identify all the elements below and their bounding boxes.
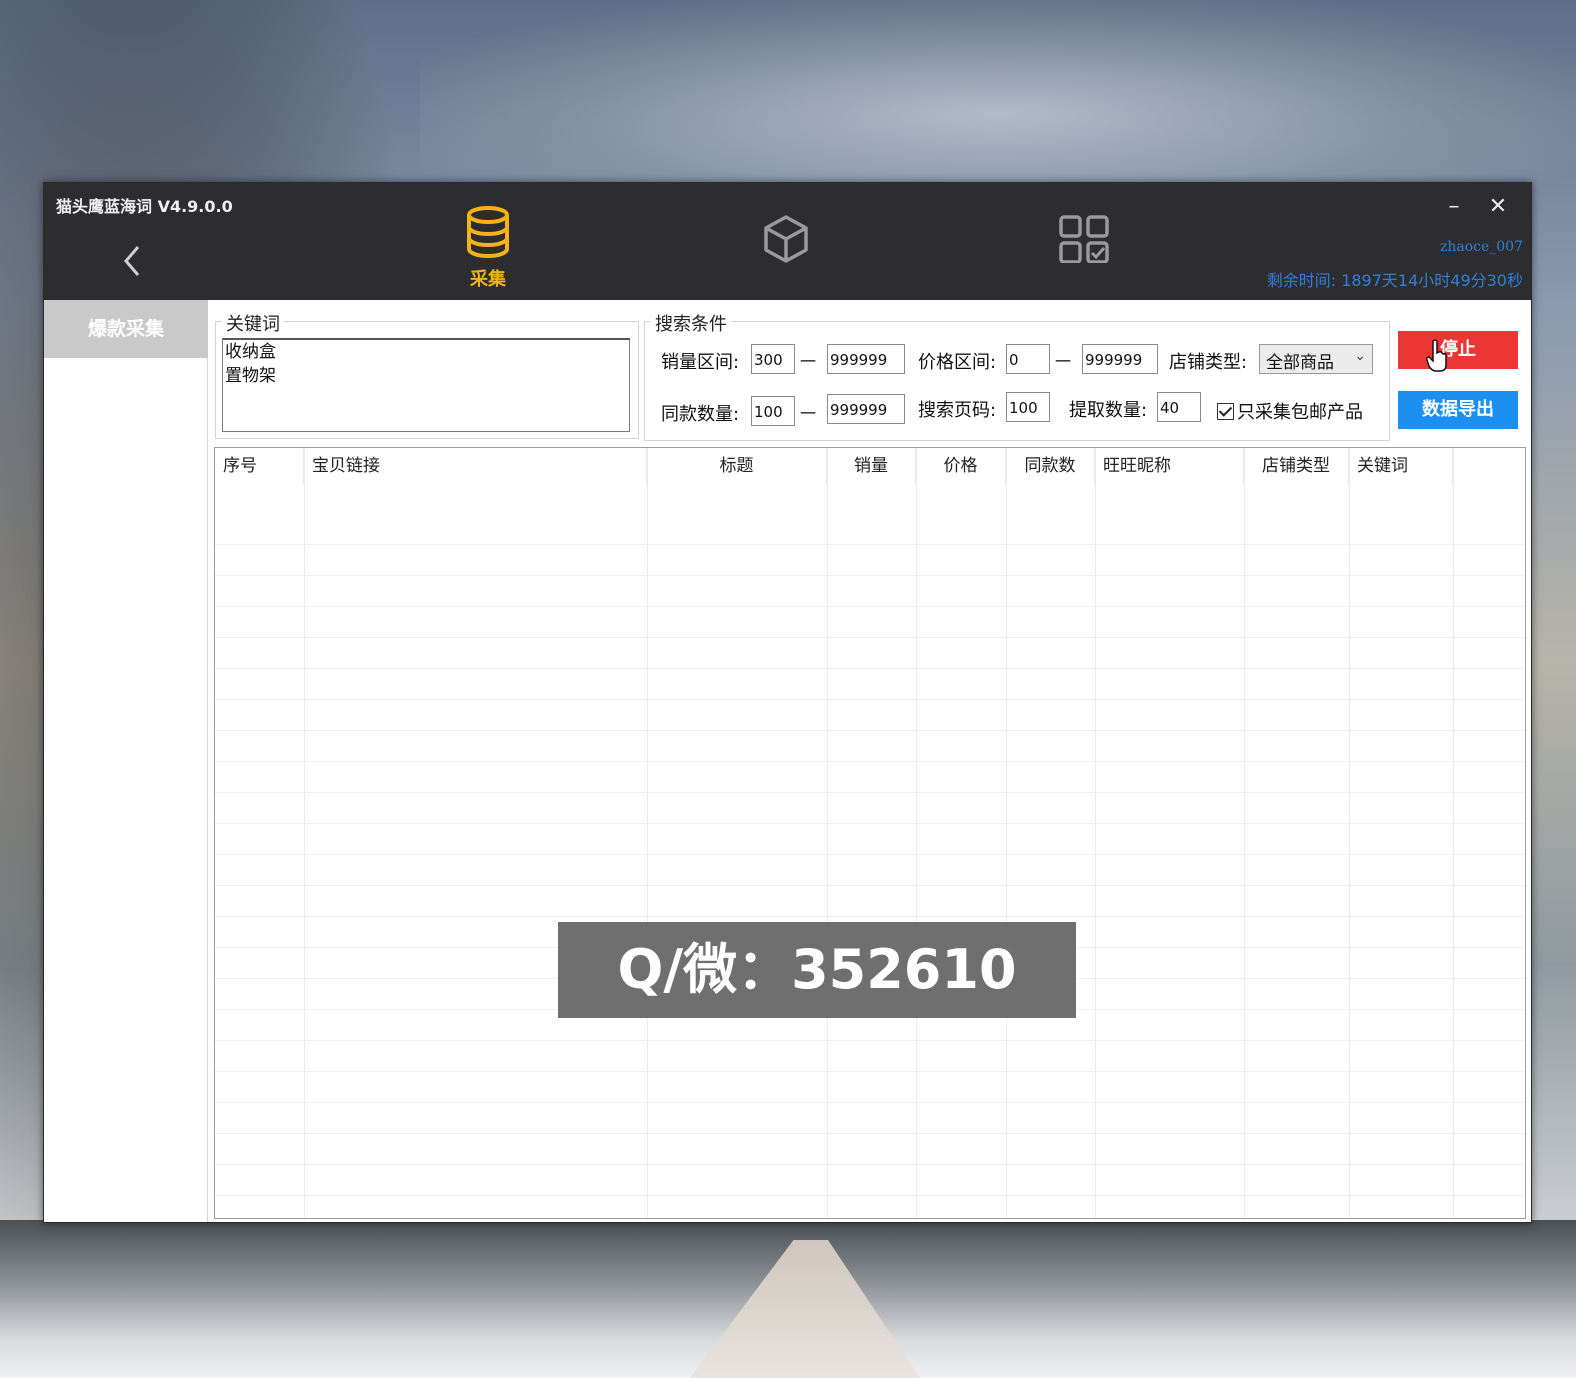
table-row[interactable] — [215, 638, 1525, 669]
tab-collect[interactable]: 采集 — [448, 205, 528, 290]
same-range-dash: 一 — [800, 404, 817, 423]
table-row[interactable] — [215, 824, 1525, 855]
table-row[interactable] — [215, 1103, 1525, 1134]
table-row[interactable] — [215, 576, 1525, 607]
sales-max-input[interactable] — [827, 344, 905, 374]
stop-button[interactable]: 停止 — [1398, 331, 1518, 369]
remaining-time-label: 剩余时间: — [1266, 271, 1337, 290]
col-header-same-count[interactable]: 同款数 — [1006, 448, 1095, 484]
table-row[interactable] — [215, 1134, 1525, 1165]
remaining-time: 剩余时间: 1897天14小时49分30秒 — [1267, 267, 1523, 291]
col-header-title[interactable]: 标题 — [647, 448, 827, 484]
col-header-wangwang[interactable]: 旺旺昵称 — [1095, 448, 1244, 484]
search-conditions-group: 搜索条件 销量区间: 一 价格区间: 一 店铺类型: 全部商品 ⌄ 同款数量: … — [644, 310, 1390, 441]
app-window: 猫头鹰蓝海词 V4.9.0.0 – ✕ 采集 zhaoce_007 剩余时间: … — [43, 182, 1532, 1223]
price-range-dash: 一 — [1055, 352, 1072, 371]
col-header-shop-type[interactable]: 店铺类型 — [1244, 448, 1349, 484]
table-row[interactable] — [215, 855, 1525, 886]
keyword-textarea[interactable] — [222, 338, 630, 432]
table-row[interactable] — [215, 1072, 1525, 1103]
back-button[interactable] — [118, 241, 148, 281]
shop-type-select[interactable]: 全部商品 ⌄ — [1259, 344, 1373, 374]
watermark-banner: Q/微：352610 — [558, 922, 1076, 1018]
col-header-link[interactable]: 宝贝链接 — [304, 448, 647, 484]
price-max-input[interactable] — [1082, 344, 1158, 374]
table-row[interactable] — [215, 731, 1525, 762]
box-icon — [764, 215, 808, 263]
keyword-group: 关键词 — [215, 310, 639, 439]
free-shipping-label: 只采集包邮产品 — [1237, 402, 1363, 423]
free-shipping-checkbox[interactable]: 只采集包邮产品 — [1217, 398, 1363, 424]
price-min-input[interactable] — [1006, 344, 1050, 374]
sidebar: 爆款采集 — [44, 300, 208, 1222]
table-row[interactable] — [215, 669, 1525, 700]
sales-min-input[interactable] — [751, 344, 795, 374]
col-header-index[interactable]: 序号 — [215, 448, 304, 484]
search-page-label: 搜索页码: — [918, 400, 997, 421]
table-row[interactable] — [215, 1041, 1525, 1072]
tab-collect-label: 采集 — [470, 269, 506, 290]
table-row[interactable] — [215, 1196, 1525, 1218]
keyword-legend: 关键词 — [222, 310, 284, 336]
table-row[interactable] — [215, 700, 1525, 731]
table-row[interactable] — [215, 514, 1525, 545]
col-header-keyword[interactable]: 关键词 — [1349, 448, 1453, 484]
table-row[interactable] — [215, 762, 1525, 793]
sales-range-label: 销量区间: — [661, 352, 740, 373]
tab-manage[interactable] — [1044, 205, 1124, 285]
sidebar-item-hot-collect[interactable]: 爆款采集 — [44, 300, 208, 358]
extract-count-label: 提取数量: — [1069, 400, 1148, 421]
same-max-input[interactable] — [827, 394, 905, 424]
chevron-left-icon — [124, 246, 140, 276]
app-title: 猫头鹰蓝海词 V4.9.0.0 — [56, 197, 233, 216]
shop-type-label: 店铺类型: — [1169, 352, 1248, 373]
user-name: zhaoce_007 — [1439, 239, 1523, 255]
titlebar: 猫头鹰蓝海词 V4.9.0.0 – ✕ 采集 zhaoce_007 剩余时间: … — [44, 183, 1531, 300]
grid-check-icon — [1059, 215, 1109, 264]
chevron-down-icon: ⌄ — [1354, 348, 1366, 364]
results-table[interactable]: 序号 宝贝链接 标题 销量 价格 同款数 旺旺昵称 店铺类型 关键词 — [214, 447, 1526, 1219]
sales-range-dash: 一 — [800, 352, 817, 371]
table-body — [215, 514, 1525, 1218]
export-button[interactable]: 数据导出 — [1398, 391, 1518, 429]
table-row[interactable] — [215, 793, 1525, 824]
table-header: 序号 宝贝链接 标题 销量 价格 同款数 旺旺昵称 店铺类型 关键词 — [215, 448, 1525, 484]
table-row[interactable] — [215, 545, 1525, 576]
database-icon — [467, 206, 509, 258]
search-page-input[interactable] — [1006, 392, 1050, 422]
search-conditions-legend: 搜索条件 — [651, 310, 731, 336]
desktop-wallpaper-clouds — [420, 0, 1576, 190]
shop-type-value: 全部商品 — [1266, 353, 1334, 373]
col-header-sales[interactable]: 销量 — [827, 448, 916, 484]
same-min-input[interactable] — [751, 396, 795, 426]
hand-cursor-icon — [1426, 339, 1447, 372]
price-range-label: 价格区间: — [918, 352, 997, 373]
remaining-time-value: 1897天14小时49分30秒 — [1341, 271, 1523, 290]
col-header-price[interactable]: 价格 — [916, 448, 1006, 484]
minimize-button[interactable]: – — [1438, 193, 1470, 221]
checkbox-checked-icon — [1217, 403, 1234, 420]
table-row[interactable] — [215, 886, 1525, 917]
table-row[interactable] — [215, 1165, 1525, 1196]
close-button[interactable]: ✕ — [1482, 193, 1514, 221]
tab-product[interactable] — [746, 205, 826, 285]
extract-count-input[interactable] — [1157, 392, 1201, 422]
same-count-label: 同款数量: — [661, 404, 740, 425]
table-row[interactable] — [215, 607, 1525, 638]
